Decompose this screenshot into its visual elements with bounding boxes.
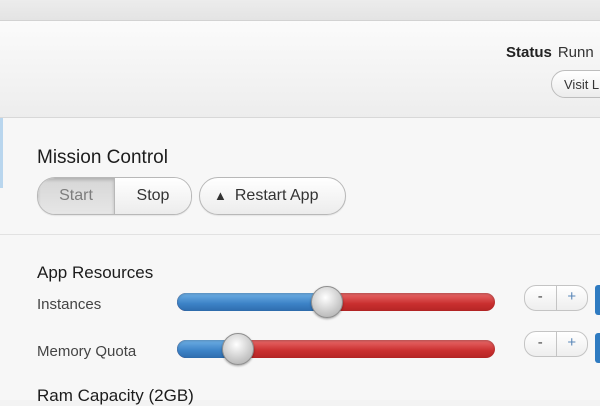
memory-increment-button[interactable]: + xyxy=(557,332,588,356)
left-accent-bar xyxy=(0,118,3,188)
restart-app-button[interactable]: ▲ Restart App xyxy=(199,177,346,215)
ram-capacity-title: Ram Capacity (2GB) xyxy=(37,386,194,405)
memory-value-box[interactable] xyxy=(595,333,600,363)
mission-control-title: Mission Control xyxy=(37,147,168,168)
instances-decrement-button[interactable]: - xyxy=(525,286,557,310)
instances-value-box[interactable] xyxy=(595,285,600,315)
restart-app-label: Restart App xyxy=(234,187,319,204)
memory-quota-slider[interactable] xyxy=(177,333,495,365)
section-divider xyxy=(0,234,600,235)
instances-label: Instances xyxy=(37,296,102,313)
instances-slider[interactable] xyxy=(177,286,495,318)
slider-fill xyxy=(177,293,327,311)
status-value: Runn xyxy=(557,44,594,61)
stop-button[interactable]: Stop xyxy=(115,178,191,214)
app-header xyxy=(0,21,600,118)
instances-increment-button[interactable]: + xyxy=(557,286,588,310)
window-top-band xyxy=(0,0,600,21)
visit-live-button[interactable]: Visit L xyxy=(551,70,600,98)
start-stop-toggle: Start Stop xyxy=(37,177,192,215)
status-label: Status xyxy=(506,44,552,61)
memory-quota-stepper: - + xyxy=(524,331,588,357)
status-indicator: Status Runn xyxy=(506,44,594,61)
warning-icon: ▲ xyxy=(214,188,227,203)
app-resources-title: App Resources xyxy=(37,263,154,282)
instances-stepper: - + xyxy=(524,285,588,311)
start-button[interactable]: Start xyxy=(38,178,115,214)
memory-quota-label: Memory Quota xyxy=(37,343,137,360)
memory-decrement-button[interactable]: - xyxy=(525,332,557,356)
